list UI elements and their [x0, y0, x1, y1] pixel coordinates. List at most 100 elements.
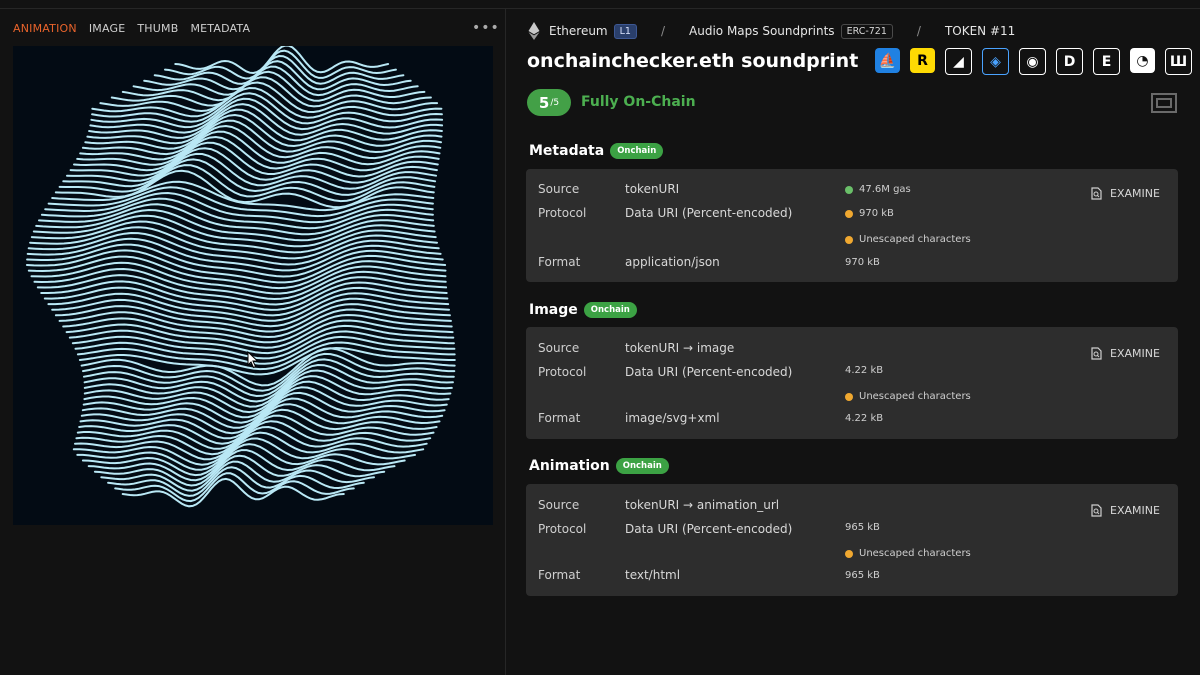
animation-card: Source tokenURI → animation_url Protocol… — [526, 484, 1178, 596]
format-label: Format — [538, 568, 581, 582]
zora-icon[interactable]: ◉ — [1019, 48, 1046, 75]
top-border — [0, 8, 1200, 9]
mouse-cursor-icon — [247, 351, 259, 369]
unescaped-stat: Unescaped characters — [845, 548, 971, 559]
format-value: image/svg+xml — [625, 411, 720, 425]
protocol-value: Data URI (Percent-encoded) — [625, 522, 793, 536]
stat-text: 47.6M gas — [859, 184, 911, 195]
protocol-label: Protocol — [538, 206, 587, 220]
status-dot-icon — [845, 549, 853, 558]
chain-link[interactable]: Ethereum — [549, 24, 608, 38]
source-value: tokenURI → image — [625, 341, 735, 355]
onchain-badge: Onchain — [615, 458, 669, 474]
size-stat: 970 kB — [845, 208, 894, 219]
protocol-value: Data URI (Percent-encoded) — [625, 206, 793, 220]
source-label: Source — [538, 498, 580, 512]
format-label: Format — [538, 411, 581, 425]
waveform-line — [30, 261, 447, 295]
tab-image[interactable]: IMAGE — [89, 22, 126, 35]
source-label: Source — [538, 182, 580, 196]
etherscan-e-icon[interactable]: E — [1093, 48, 1120, 75]
image-card: Source tokenURI → image Protocol Data UR… — [526, 327, 1178, 439]
score-value: 5 — [538, 93, 550, 112]
examine-label: EXAMINE — [1110, 187, 1160, 200]
examine-label: EXAMINE — [1110, 347, 1160, 360]
breadcrumb-separator: / — [660, 24, 666, 38]
protocol-label: Protocol — [538, 365, 587, 379]
d-icon[interactable]: D — [1056, 48, 1083, 75]
section-heading: Image — [529, 302, 578, 318]
stat-text: 970 kB — [859, 208, 894, 219]
tab-thumb[interactable]: THUMB — [137, 22, 178, 35]
format-value: application/json — [625, 255, 720, 269]
examine-button[interactable]: EXAMINE — [1091, 187, 1160, 200]
stat-text: Unescaped characters — [859, 548, 971, 559]
section-title-image: Image Onchain — [529, 302, 637, 318]
examine-label: EXAMINE — [1110, 504, 1160, 517]
breadcrumb: Ethereum L1 / Audio Maps Soundprints ERC… — [528, 21, 1015, 41]
token-id: TOKEN #11 — [944, 24, 1016, 38]
format-size: 970 kB — [845, 257, 880, 268]
soundprint-waveform — [25, 44, 456, 508]
format-label: Format — [538, 255, 581, 269]
format-size: 965 kB — [845, 570, 880, 581]
examine-button[interactable]: EXAMINE — [1091, 347, 1160, 360]
size-stat: 4.22 kB — [845, 365, 884, 376]
source-value: tokenURI — [625, 182, 680, 196]
section-heading: Animation — [529, 458, 610, 474]
waveform-line — [72, 431, 425, 466]
waveform-line — [107, 466, 365, 497]
examine-button[interactable]: EXAMINE — [1091, 504, 1160, 517]
protocol-value: Data URI (Percent-encoded) — [625, 365, 793, 379]
protocol-label: Protocol — [538, 522, 587, 536]
marketplace-links: ⛵ R ◢ ◈ ◉ D E ◔ Ш — [875, 48, 1192, 75]
status-dot-icon — [845, 185, 853, 194]
waveform-line — [26, 243, 444, 278]
soundprint-artwork[interactable] — [13, 44, 493, 525]
waveform-line — [81, 443, 406, 477]
stat-text: Unescaped characters — [859, 234, 971, 245]
looksrare-icon[interactable]: ◢ — [945, 48, 972, 75]
more-options-icon[interactable]: ••• — [472, 20, 500, 36]
source-value: tokenURI → animation_url — [625, 498, 780, 512]
m-icon[interactable]: Ш — [1165, 48, 1192, 75]
panel-divider — [505, 9, 506, 675]
tab-metadata[interactable]: METADATA — [190, 22, 250, 35]
onchain-badge: Onchain — [583, 302, 637, 318]
format-value: text/html — [625, 568, 681, 582]
onchain-score-badge: 5/5 — [527, 89, 571, 116]
metadata-card: Source tokenURI Protocol Data URI (Perce… — [526, 169, 1178, 282]
rarible-icon[interactable]: R — [910, 48, 935, 73]
etherscan-icon[interactable]: ◔ — [1130, 48, 1155, 73]
source-label: Source — [538, 341, 580, 355]
onchain-status-label: Fully On-Chain — [581, 94, 696, 110]
section-heading: Metadata — [529, 143, 605, 159]
section-title-animation: Animation Onchain — [529, 458, 669, 474]
blur-icon[interactable]: ◈ — [982, 48, 1009, 75]
layer-badge: L1 — [613, 23, 637, 39]
status-dot-icon — [845, 392, 853, 401]
status-dot-icon — [845, 235, 853, 244]
status-dot-icon — [845, 209, 853, 218]
embed-icon[interactable] — [1151, 93, 1177, 113]
opensea-icon[interactable]: ⛵ — [875, 48, 900, 73]
standard-badge: ERC-721 — [840, 23, 893, 39]
ethereum-icon — [528, 22, 540, 40]
collection-link[interactable]: Audio Maps Soundprints — [689, 24, 835, 38]
document-search-icon — [1091, 347, 1102, 360]
breadcrumb-separator: / — [916, 24, 921, 38]
waveform-line — [114, 472, 355, 503]
size-stat: 965 kB — [845, 522, 880, 533]
section-title-metadata: Metadata Onchain — [529, 143, 664, 159]
score-total: /5 — [550, 97, 560, 108]
unescaped-stat: Unescaped characters — [845, 391, 971, 402]
unescaped-stat: Unescaped characters — [845, 234, 971, 245]
tab-animation[interactable]: ANIMATION — [13, 22, 77, 35]
waveform-line — [27, 255, 447, 290]
document-search-icon — [1091, 187, 1102, 200]
page-title: onchainchecker.eth soundprint — [527, 50, 859, 72]
gas-stat: 47.6M gas — [845, 184, 911, 195]
media-tabs: ANIMATION IMAGE THUMB METADATA — [13, 22, 250, 35]
onchain-badge: Onchain — [610, 143, 664, 159]
stat-text: Unescaped characters — [859, 391, 971, 402]
